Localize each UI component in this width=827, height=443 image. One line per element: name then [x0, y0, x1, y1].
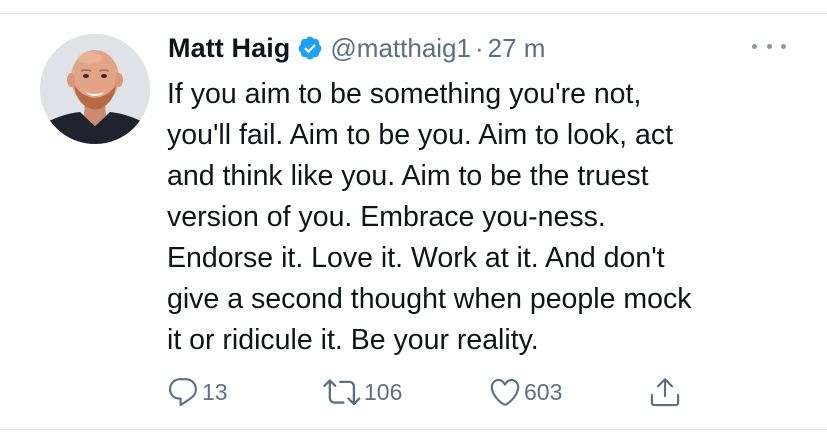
reply-count: 13 [202, 378, 228, 405]
heart-icon [490, 378, 520, 406]
more-dot [781, 43, 786, 49]
tweet-text-line: you'll fail. Aim to be you. Aim to look,… [167, 119, 674, 151]
tweet-text-line: give a second thought when people mock [167, 283, 692, 315]
tweet-text-line: and think like you. Aim to be the truest [167, 160, 649, 192]
author-name[interactable]: Matt Haig [168, 33, 290, 64]
top-divider [0, 0, 827, 14]
more-dot [766, 43, 772, 49]
share-button[interactable] [648, 372, 682, 412]
tweet-actions: 13 106 603 [166, 372, 726, 412]
tweet-text-line: version of you. Embrace you-ness. [167, 201, 606, 233]
like-button[interactable]: 603 [488, 372, 562, 412]
more-dot [752, 43, 757, 49]
timestamp[interactable]: 27 m [488, 33, 546, 64]
verified-badge-icon [297, 35, 323, 61]
tweet-text-line: If you aim to be something you're not, [167, 78, 642, 110]
reply-button[interactable]: 13 [166, 372, 228, 412]
retweet-count: 106 [364, 378, 403, 405]
like-count: 603 [524, 378, 563, 405]
bottom-divider [0, 429, 827, 443]
more-options-icon[interactable] [752, 36, 786, 56]
separator-dot: · [474, 32, 484, 63]
tweet-text-line: it or ridicule it. Be your reality. [167, 324, 539, 356]
avatar-photo [40, 34, 150, 144]
avatar[interactable] [40, 34, 150, 144]
retweet-icon [323, 379, 361, 406]
share-icon [650, 378, 680, 407]
tweet-text-line: Endorse it. Love it. Work at it. And don… [167, 242, 665, 274]
tweet-card[interactable]: Matt Haig @matthaig1 · 27 m If you aim t… [0, 0, 827, 443]
tweet-header: Matt Haig @matthaig1 · 27 m [168, 28, 545, 68]
retweet-button[interactable]: 106 [322, 372, 402, 412]
tweet-text: If you aim to be something you're not, y… [167, 74, 807, 361]
reply-icon [168, 378, 197, 407]
author-handle[interactable]: @matthaig1 [330, 33, 471, 64]
